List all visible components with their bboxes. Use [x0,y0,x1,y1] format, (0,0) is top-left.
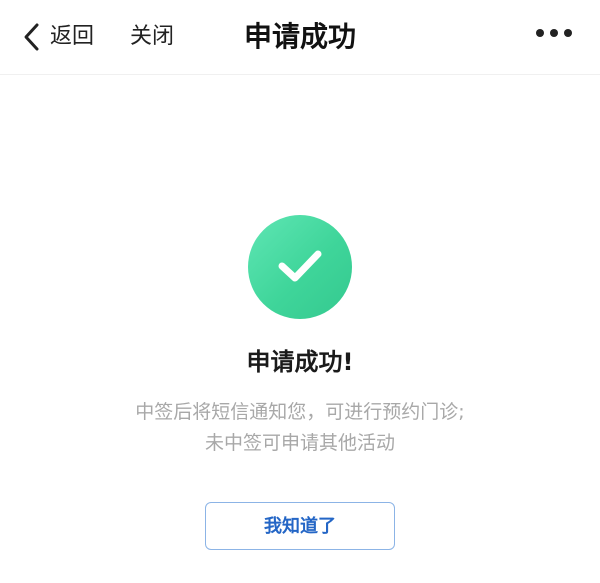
dot [564,29,572,37]
close-button[interactable]: 关闭 [130,21,174,53]
back-button[interactable]: 返回 [22,21,94,53]
nav-bar: 返回 关闭 申请成功 [0,0,600,75]
result-panel: 申请成功! 中签后将短信通知您，可进行预约门诊; 未中签可申请其他活动 我知道了 [0,75,600,583]
description-line: 中签后将短信通知您，可进行预约门诊; [135,401,465,423]
more-dots-icon[interactable] [536,29,572,37]
acknowledge-button[interactable]: 我知道了 [205,502,395,550]
description-line: 未中签可申请其他活动 [204,432,395,454]
back-label: 返回 [50,24,95,49]
dot [536,29,544,37]
result-title: 申请成功! [246,348,354,376]
success-icon [248,215,352,319]
checkmark-icon [272,237,328,297]
result-description: 中签后将短信通知您，可进行预约门诊; 未中签可申请其他活动 [0,397,600,459]
chevron-left-icon [22,22,40,52]
dot [550,29,558,37]
